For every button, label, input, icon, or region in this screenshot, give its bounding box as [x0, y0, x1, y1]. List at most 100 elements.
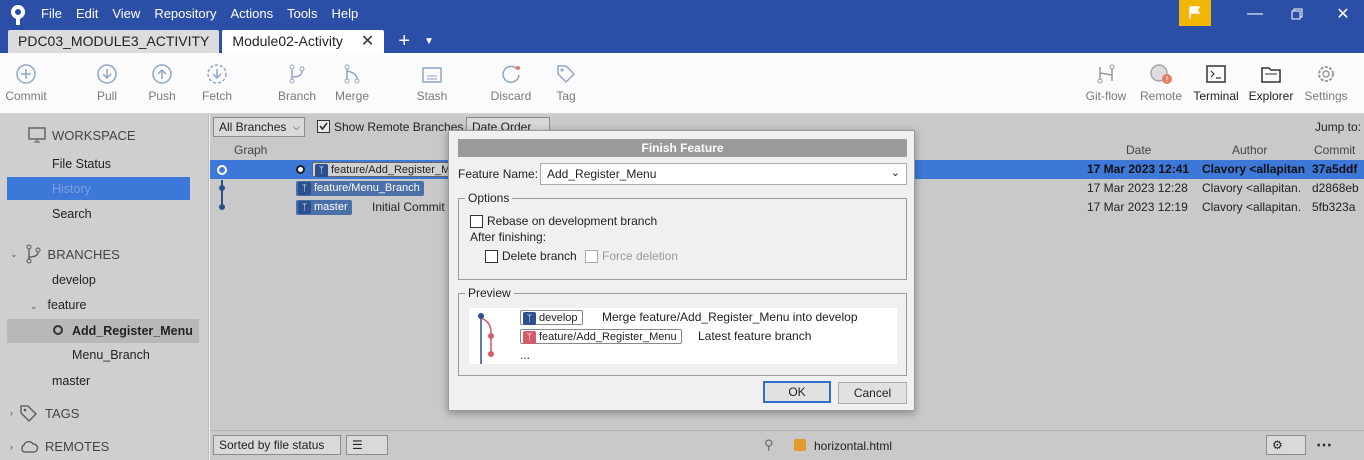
jump-to-label: Jump to: — [1315, 120, 1362, 134]
tab-pdc03[interactable]: PDC03_MODULE3_ACTIVITY — [8, 30, 220, 53]
workspace-header[interactable]: WORKSPACE — [28, 127, 136, 143]
sidebar-item-label: Add_Register_Menu — [72, 324, 193, 338]
tags-header[interactable]: › TAGS — [10, 404, 79, 422]
new-tab-icon[interactable]: + — [398, 30, 410, 53]
sidebar-item-search[interactable]: Search — [52, 207, 92, 221]
ok-button[interactable]: OK — [763, 381, 831, 403]
minimize-button[interactable]: — — [1232, 0, 1278, 28]
branch-badge: ᛉ master — [296, 200, 352, 215]
sidebar-branch-add-register-menu[interactable]: Add_Register_Menu — [7, 319, 199, 343]
finish-feature-dialog: Finish Feature Feature Name: Add_Registe… — [448, 130, 915, 411]
badge-label: feature/Add_Register_M — [331, 164, 451, 176]
menu-file[interactable]: File — [41, 6, 62, 22]
column-commit[interactable]: Commit — [1314, 140, 1355, 160]
sidebar-branch-master[interactable]: master — [52, 374, 90, 388]
commit-button[interactable]: Commit — [0, 63, 56, 103]
commit-date: 17 Mar 2023 12:19 — [1087, 200, 1188, 214]
minimize-icon: — — [1247, 5, 1263, 22]
settings-button[interactable]: Settings — [1296, 63, 1356, 103]
cancel-button[interactable]: Cancel — [838, 382, 907, 404]
sidebar-branch-menu-branch[interactable]: Menu_Branch — [72, 348, 150, 362]
pull-icon — [97, 64, 117, 84]
menu-actions[interactable]: Actions — [230, 6, 273, 22]
column-date[interactable]: Date — [1126, 140, 1151, 160]
terminal-button[interactable]: Terminal — [1186, 63, 1246, 103]
current-branch-icon — [53, 325, 63, 335]
gitflow-icon — [1097, 64, 1115, 84]
menu-edit[interactable]: Edit — [76, 6, 98, 22]
branch-filter-dropdown[interactable]: All Branches ⌵ — [213, 117, 305, 137]
explorer-label: Explorer — [1248, 89, 1294, 103]
tab-label: Module02-Activity — [232, 33, 343, 49]
discard-button[interactable]: Discard — [481, 63, 541, 103]
flag-icon — [1189, 6, 1201, 19]
sidebar-item-history[interactable]: History — [7, 177, 190, 200]
commit-author: Clavory <allapitan. — [1202, 181, 1302, 195]
gitflow-button[interactable]: Git-flow — [1076, 63, 1136, 103]
discard-icon — [502, 65, 520, 84]
bottom-bar: Sorted by file status ☰ ⚲ horizontal.htm… — [210, 430, 1364, 460]
branches-header[interactable]: ⌄ BRANCHES — [10, 244, 120, 264]
menu-help[interactable]: Help — [331, 6, 358, 22]
fetch-button[interactable]: Fetch — [187, 63, 247, 103]
commit-author: Clavory <allapitan. — [1202, 200, 1302, 214]
preview-develop-text: Merge feature/Add_Register_Menu into dev… — [602, 310, 858, 324]
column-author[interactable]: Author — [1232, 140, 1267, 160]
stash-button[interactable]: Stash — [402, 63, 462, 103]
gitflow-label: Git-flow — [1085, 89, 1127, 103]
branch-icon: ᛉ — [523, 331, 536, 344]
sidebar-item-label: History — [52, 182, 91, 196]
maximize-button[interactable] — [1274, 0, 1320, 28]
tag-button[interactable]: Tag — [536, 63, 596, 103]
feature-name-dropdown[interactable]: Add_Register_Menu ⌄ — [540, 163, 907, 185]
file-options-dropdown[interactable]: ⚙ — [1266, 435, 1306, 455]
show-remote-checkbox[interactable] — [317, 120, 330, 133]
commit-hash: d2868eb — [1312, 181, 1359, 195]
push-button[interactable]: Push — [132, 63, 192, 103]
tab-dropdown-icon[interactable]: ▼ — [424, 30, 434, 53]
menu-tools[interactable]: Tools — [287, 6, 317, 22]
search-icon[interactable]: ⚲ — [764, 437, 774, 453]
stash-icon — [422, 67, 442, 83]
branch-badge: ᛉ feature/Menu_Branch — [296, 181, 424, 196]
remote-button[interactable]: ! Remote — [1131, 63, 1191, 103]
tab-module02[interactable]: Module02-Activity ✕ — [222, 30, 385, 53]
pull-button[interactable]: Pull — [77, 63, 137, 103]
terminal-icon — [1206, 65, 1226, 83]
dropdown-value: Add_Register_Menu — [547, 167, 657, 181]
sort-dropdown[interactable]: Sorted by file status — [213, 435, 341, 455]
workspace-label: WORKSPACE — [52, 127, 136, 143]
close-window-button[interactable]: ✕ — [1320, 0, 1364, 28]
force-deletion-checkbox[interactable] — [585, 250, 598, 263]
head-marker-icon — [296, 165, 305, 174]
dialog-title: Finish Feature — [458, 139, 907, 157]
show-remote-label: Show Remote Branches — [334, 120, 464, 134]
more-icon[interactable]: ⋯ — [1316, 435, 1332, 455]
badge-label: feature/Add_Register_Menu — [539, 331, 677, 343]
close-tab-icon[interactable]: ✕ — [361, 30, 374, 53]
column-graph[interactable]: Graph — [234, 140, 267, 160]
sidebar-branch-develop[interactable]: develop — [52, 273, 96, 287]
commit-author: Clavory <allapitan — [1202, 162, 1306, 176]
title-bar: File Edit View Repository Actions Tools … — [0, 0, 1364, 53]
menu-view[interactable]: View — [112, 6, 140, 22]
sidebar-folder-feature[interactable]: ⌄ feature — [30, 298, 86, 312]
remotes-header[interactable]: › REMOTES — [10, 439, 109, 454]
push-label: Push — [148, 89, 176, 103]
merge-button[interactable]: Merge — [322, 63, 382, 103]
explorer-button[interactable]: Explorer — [1241, 63, 1301, 103]
view-mode-dropdown[interactable]: ☰ — [346, 435, 388, 455]
tag-label: Tag — [556, 89, 576, 103]
delete-branch-checkbox[interactable] — [485, 250, 498, 263]
branch-button[interactable]: Branch — [267, 63, 327, 103]
cloud-icon — [21, 440, 39, 453]
flag-button[interactable] — [1179, 0, 1211, 26]
sidebar-item-file-status[interactable]: File Status — [52, 157, 111, 171]
menu-repository[interactable]: Repository — [154, 6, 216, 22]
branch-icon: ᛉ — [315, 164, 328, 177]
repo-tabs: PDC03_MODULE3_ACTIVITY Module02-Activity… — [0, 30, 434, 53]
tags-label: TAGS — [45, 405, 80, 421]
rebase-checkbox[interactable] — [470, 215, 483, 228]
preview-feature-text: Latest feature branch — [698, 329, 812, 343]
branches-label: BRANCHES — [47, 246, 120, 262]
